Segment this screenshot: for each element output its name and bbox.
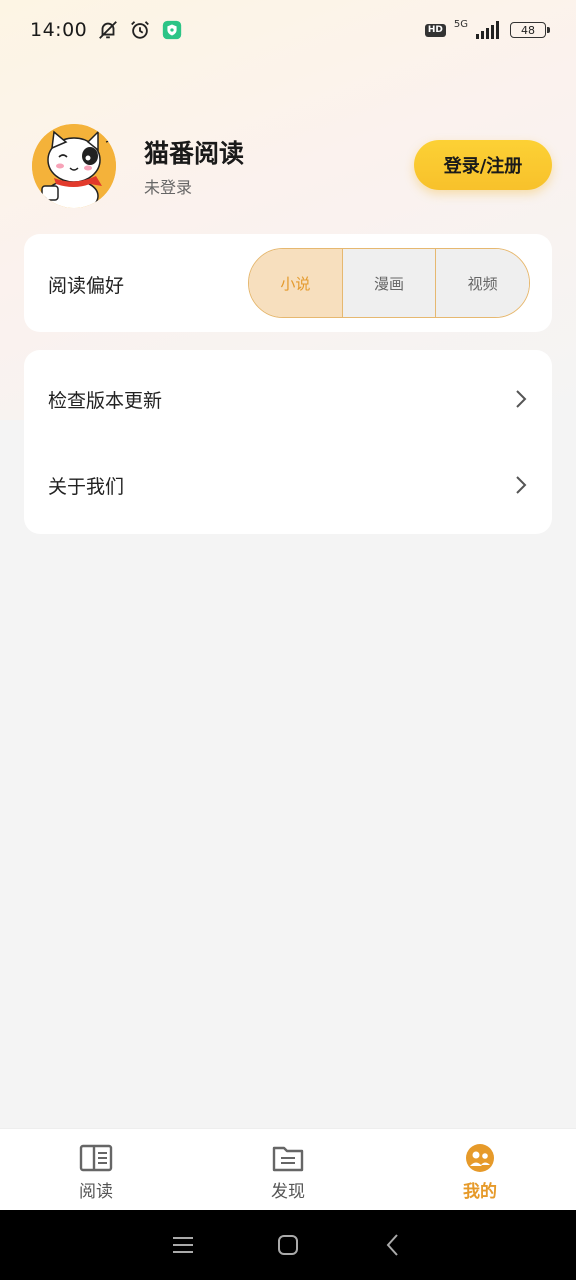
nav-item-mine[interactable]: 我的 xyxy=(384,1129,576,1210)
nav-item-discover[interactable]: 发现 xyxy=(192,1129,384,1210)
reading-preference-label: 阅读偏好 xyxy=(48,275,125,297)
profile-icon xyxy=(466,1144,494,1172)
book-icon xyxy=(79,1144,113,1172)
login-register-button[interactable]: 登录/注册 xyxy=(414,140,552,190)
status-bar: 14:00 HD 5G 48 xyxy=(0,0,576,60)
nav-label-read: 阅读 xyxy=(79,1182,113,1202)
bottom-navigation: 阅读 发现 我的 xyxy=(0,1128,576,1210)
muted-bell-icon xyxy=(99,21,118,39)
reading-preference-card: 阅读偏好 小说 漫画 视频 xyxy=(24,234,552,332)
network-label: 5G xyxy=(453,18,468,30)
menu-item-check-update[interactable]: 检查版本更新 xyxy=(24,356,552,442)
chevron-right-icon xyxy=(516,390,527,408)
folder-icon xyxy=(272,1146,304,1172)
system-navigation-bar xyxy=(0,1210,576,1280)
menu-icon[interactable] xyxy=(170,1232,196,1258)
preference-option-video[interactable]: 视频 xyxy=(435,249,529,317)
avatar[interactable] xyxy=(32,124,116,208)
settings-menu-card: 检查版本更新 关于我们 xyxy=(24,350,552,534)
home-icon[interactable] xyxy=(275,1232,301,1258)
back-icon[interactable] xyxy=(380,1232,406,1258)
cat-avatar-icon xyxy=(32,124,116,208)
menu-item-about-us[interactable]: 关于我们 xyxy=(24,442,552,528)
chevron-right-icon xyxy=(516,476,527,494)
nav-label-mine: 我的 xyxy=(463,1182,497,1202)
login-state: 未登录 xyxy=(144,178,193,197)
app-name: 猫番阅读 xyxy=(144,139,245,168)
hd-badge: HD xyxy=(424,23,446,37)
signal-icon xyxy=(476,21,499,39)
battery-level: 48 xyxy=(521,23,535,37)
menu-item-label: 关于我们 xyxy=(48,475,125,498)
profile-header: 猫番阅读 未登录 登录/注册 xyxy=(0,120,576,210)
menu-item-label: 检查版本更新 xyxy=(48,389,163,412)
preference-segmented-control: 小说 漫画 视频 xyxy=(248,248,530,318)
preference-option-novel[interactable]: 小说 xyxy=(249,249,342,317)
status-time: 14:00 xyxy=(30,19,88,41)
nav-item-read[interactable]: 阅读 xyxy=(0,1129,192,1210)
battery-indicator: 48 xyxy=(510,22,550,38)
shield-app-icon xyxy=(163,20,182,40)
alarm-icon xyxy=(131,21,150,39)
preference-option-comic[interactable]: 漫画 xyxy=(341,249,436,317)
nav-label-discover: 发现 xyxy=(271,1182,305,1202)
